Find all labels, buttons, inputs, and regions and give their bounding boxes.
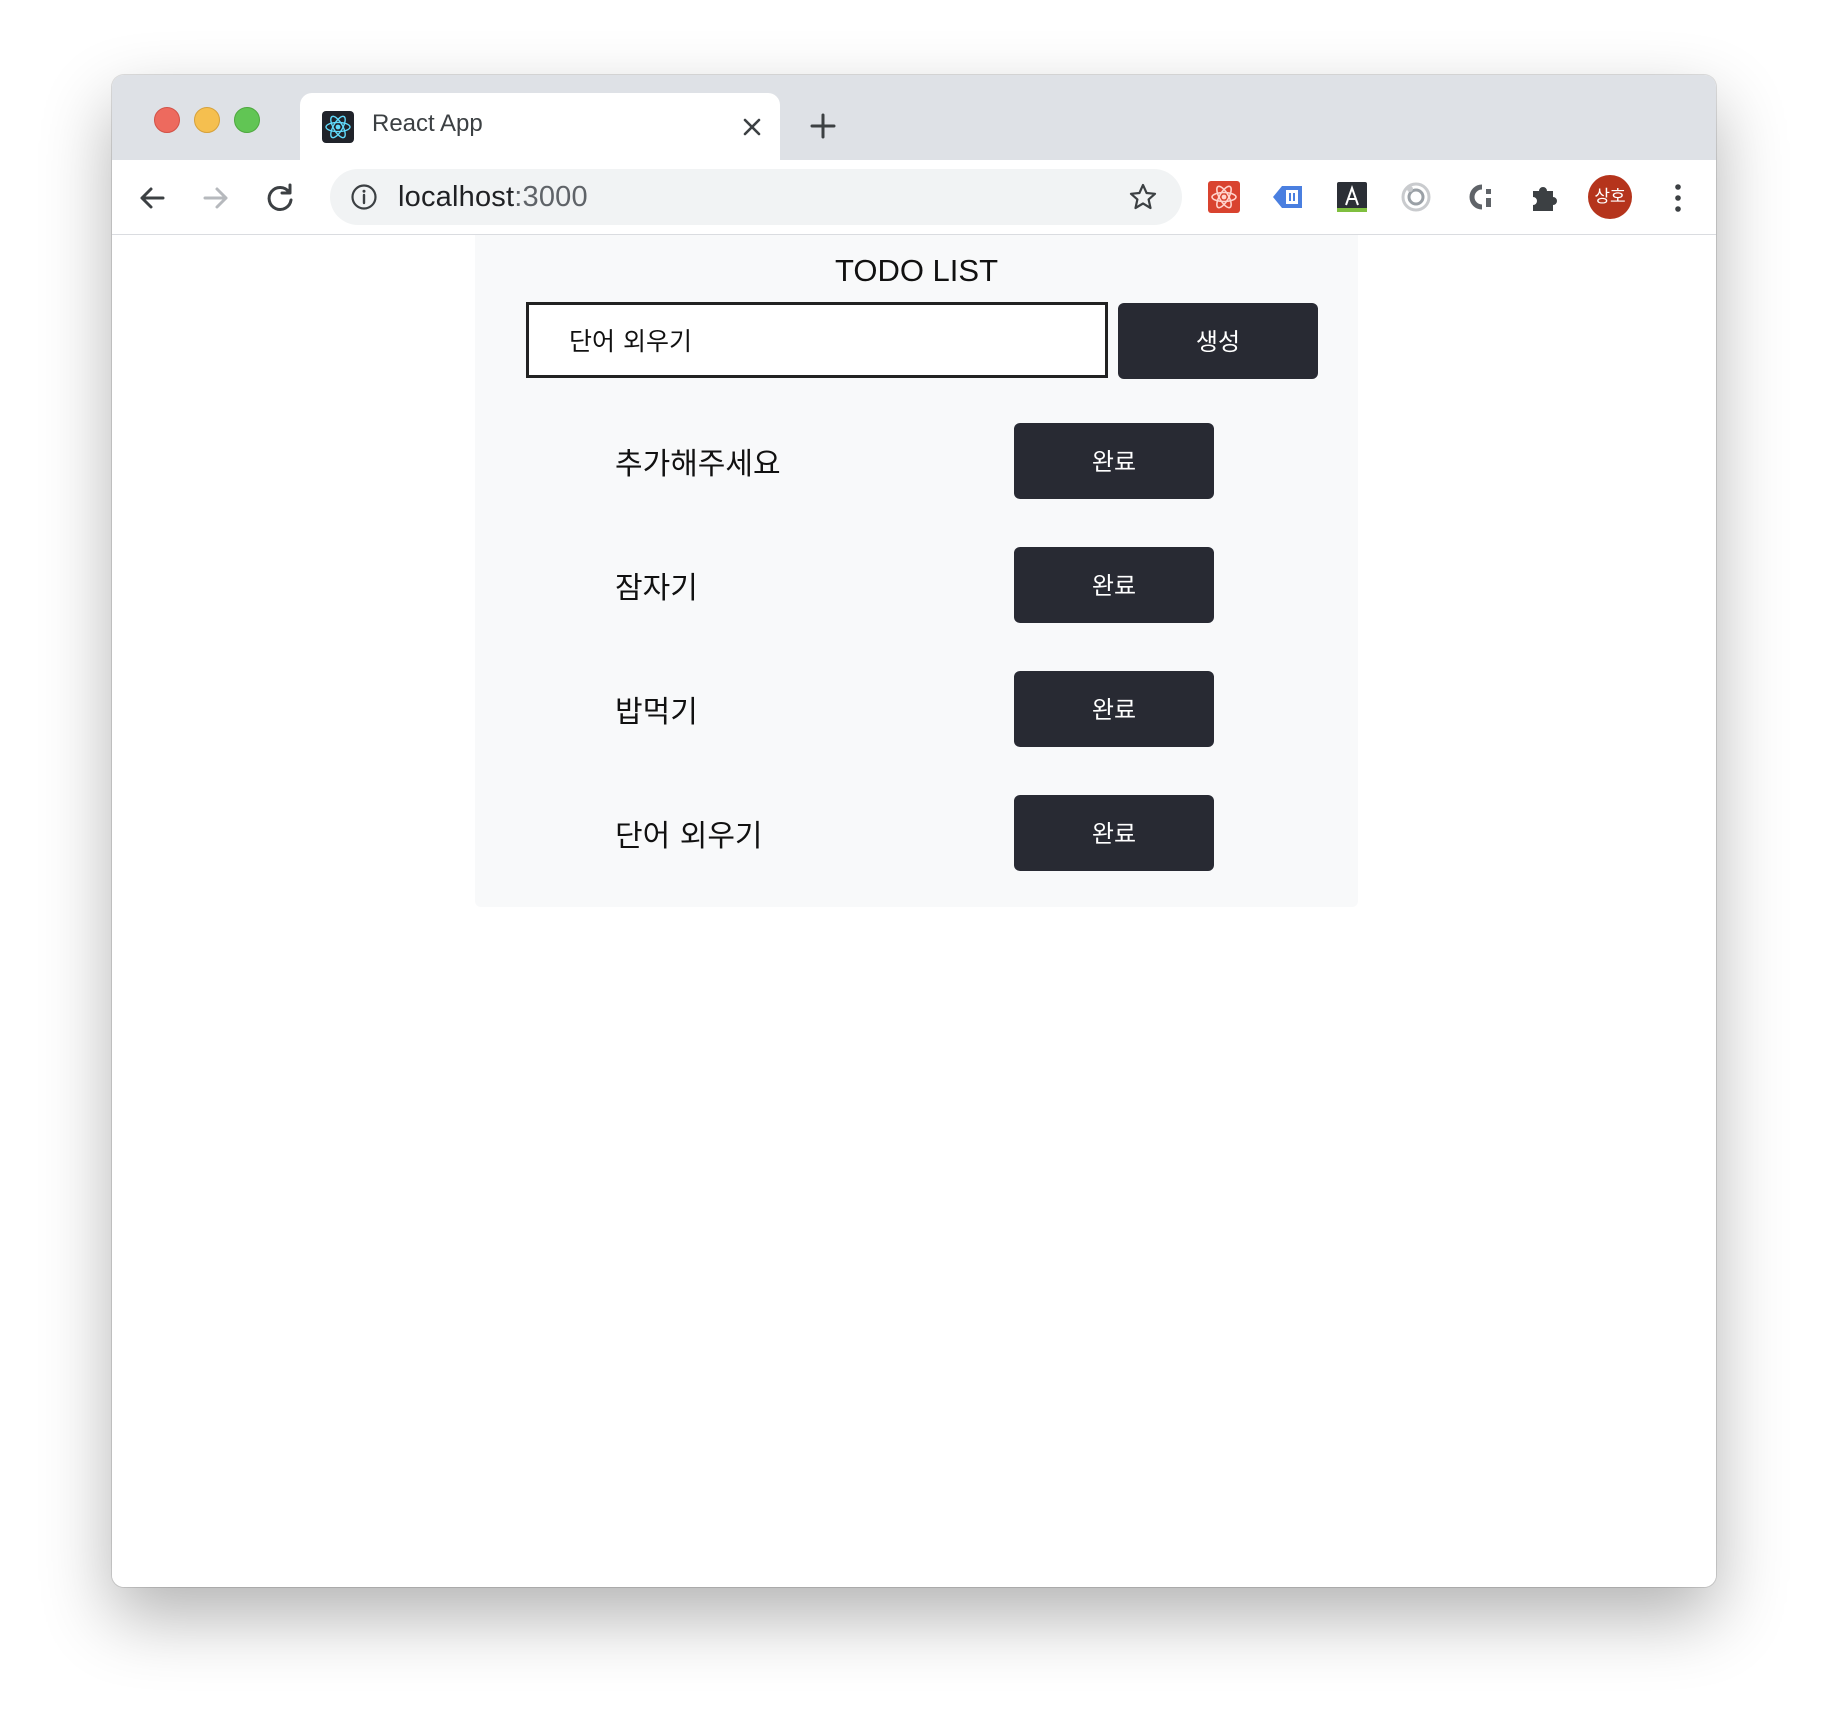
complete-button[interactable]: 완료 bbox=[1014, 795, 1214, 871]
close-icon[interactable] bbox=[740, 115, 764, 139]
complete-button[interactable]: 완료 bbox=[1014, 547, 1214, 623]
arrow-left-icon[interactable] bbox=[132, 178, 172, 218]
puzzle-extensions-icon[interactable] bbox=[1526, 179, 1562, 215]
todo-item-text: 추가해주세요 bbox=[615, 447, 781, 482]
reload-icon[interactable] bbox=[260, 178, 300, 218]
circle-extension-icon[interactable] bbox=[1398, 179, 1434, 215]
minimize-window-button[interactable] bbox=[194, 107, 220, 133]
tab-strip: React App bbox=[112, 75, 1716, 160]
tag-extension-icon[interactable] bbox=[1270, 179, 1306, 215]
close-window-button[interactable] bbox=[154, 107, 180, 133]
browser-toolbar: localhost:3000 상호 bbox=[112, 160, 1716, 235]
todo-item-text: 밥먹기 bbox=[615, 695, 698, 730]
todo-input[interactable] bbox=[526, 302, 1108, 378]
todo-item-text: 잠자기 bbox=[615, 571, 698, 606]
browser-window: React App localhost:3000 상호 TODO LIST 단어… bbox=[112, 75, 1716, 1587]
ci-extension-icon[interactable] bbox=[1462, 179, 1498, 215]
create-button[interactable]: 생성 bbox=[1118, 303, 1318, 379]
todo-card: TODO LIST 생성 추가해주세요 완료 잠자기 완료 밥먹기 완료 단어 … bbox=[475, 235, 1358, 907]
maximize-window-button[interactable] bbox=[234, 107, 260, 133]
info-icon[interactable] bbox=[350, 183, 378, 211]
todo-item: 잠자기 완료 bbox=[475, 547, 1358, 623]
react-devtools-icon[interactable] bbox=[1206, 179, 1242, 215]
react-logo-icon bbox=[322, 111, 354, 143]
todo-item-text: 단어 외우기 bbox=[615, 819, 763, 854]
profile-avatar[interactable]: 상호 bbox=[1588, 175, 1632, 219]
three-dots-vertical-icon[interactable] bbox=[1668, 180, 1688, 216]
font-a-extension-icon[interactable] bbox=[1334, 179, 1370, 215]
page-viewport: TODO LIST 생성 추가해주세요 완료 잠자기 완료 밥먹기 완료 단어 … bbox=[112, 235, 1716, 1587]
star-icon[interactable] bbox=[1128, 182, 1158, 212]
address-bar[interactable]: localhost:3000 bbox=[330, 169, 1182, 225]
complete-button[interactable]: 완료 bbox=[1014, 671, 1214, 747]
todo-item: 밥먹기 완료 bbox=[475, 671, 1358, 747]
tab-title: React App bbox=[372, 110, 483, 137]
url-port: :3000 bbox=[514, 181, 588, 213]
url-host: localhost bbox=[398, 181, 515, 213]
tab-react-app[interactable]: React App bbox=[300, 93, 780, 160]
complete-button[interactable]: 완료 bbox=[1014, 423, 1214, 499]
plus-icon[interactable] bbox=[808, 111, 838, 141]
page-title: TODO LIST bbox=[834, 253, 999, 288]
todo-item: 단어 외우기 완료 bbox=[475, 795, 1358, 871]
address-url: localhost:3000 bbox=[398, 181, 588, 214]
todo-item: 추가해주세요 완료 bbox=[475, 423, 1358, 499]
arrow-right-icon[interactable] bbox=[196, 178, 236, 218]
